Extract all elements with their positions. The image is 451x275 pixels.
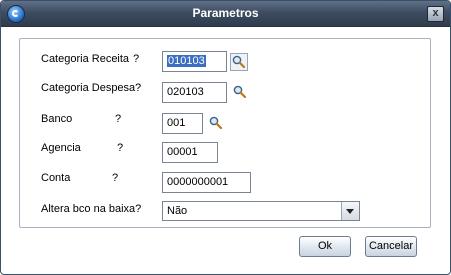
magnifier-icon[interactable] — [208, 115, 224, 131]
categoria-receita-help: ? — [133, 53, 140, 65]
close-button[interactable]: x — [427, 6, 444, 22]
banco-label: Banco — [41, 113, 73, 125]
categoria-despesa-help: ? — [135, 82, 142, 94]
chevron-down-icon[interactable] — [341, 202, 359, 220]
ok-button[interactable]: Ok — [299, 236, 351, 257]
conta-field[interactable]: 0000000001 — [162, 172, 251, 193]
altera-bco-value: Não — [167, 205, 188, 217]
cancel-button[interactable]: Cancelar — [365, 236, 417, 257]
agencia-label: Agencia — [41, 142, 81, 154]
conta-help: ? — [112, 172, 119, 184]
dialog-window: Parametros x Categoria Receita ? 010103 … — [0, 0, 451, 275]
agencia-field[interactable]: 00001 — [162, 142, 218, 163]
conta-label: Conta — [41, 172, 71, 184]
agencia-help: ? — [117, 142, 124, 154]
title-bar[interactable]: Parametros x — [1, 1, 450, 27]
categoria-receita-field[interactable]: 010103 — [162, 51, 227, 72]
categoria-despesa-field[interactable]: 020103 — [162, 82, 227, 103]
banco-field[interactable]: 001 — [162, 113, 203, 134]
banco-help: ? — [115, 113, 122, 125]
window-title: Parametros — [192, 6, 259, 20]
altera-bco-label: Altera bco na baixa? — [41, 203, 142, 215]
altera-bco-select[interactable]: Não — [162, 201, 360, 221]
magnifier-icon[interactable] — [232, 84, 248, 100]
magnifier-icon[interactable] — [230, 53, 248, 71]
categoria-receita-label: Categoria Receita — [41, 53, 130, 65]
parameters-panel: Categoria Receita ? 010103 Categoria Des… — [19, 38, 431, 228]
categoria-despesa-label: Categoria Despesa — [41, 82, 136, 94]
